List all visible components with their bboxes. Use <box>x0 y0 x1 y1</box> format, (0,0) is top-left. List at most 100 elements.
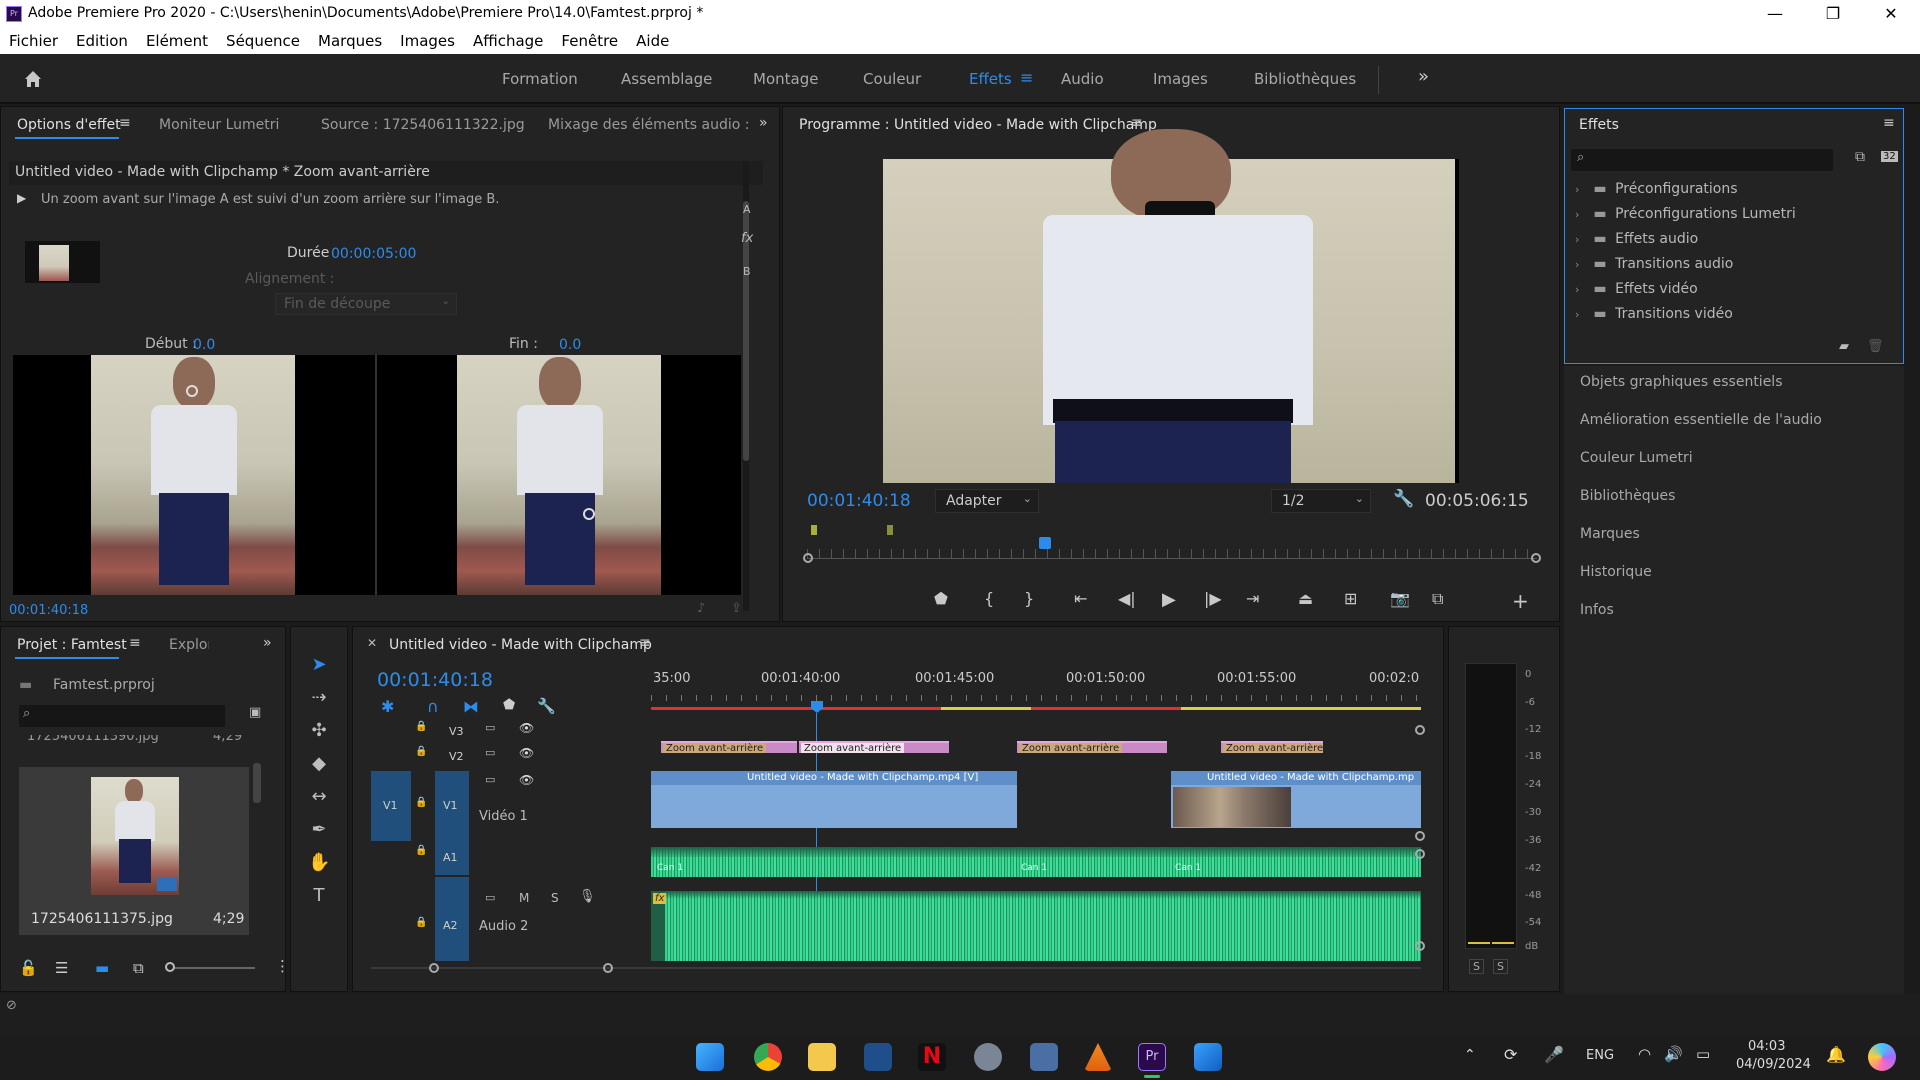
home-icon[interactable] <box>22 68 44 90</box>
delete-icon[interactable]: 🗑 <box>1867 339 1884 354</box>
linked-selection-icon[interactable]: ⧓ <box>463 697 479 716</box>
more-tabs-icon[interactable]: » <box>263 635 272 651</box>
audio-scroll-handle[interactable] <box>1415 941 1425 951</box>
sync-lock-icon[interactable]: ▭ <box>485 721 495 734</box>
close-icon[interactable]: ✕ <box>1862 0 1920 28</box>
settings-gear-icon[interactable] <box>974 1043 1002 1071</box>
microphone-icon[interactable]: 🎤 <box>1544 1045 1564 1064</box>
selection-tool-icon[interactable]: ➤ <box>308 654 330 676</box>
tab-lumetri-monitor[interactable]: Moniteur Lumetri <box>159 117 279 133</box>
battery-icon[interactable]: ▭ <box>1696 1045 1710 1063</box>
solo-right-button[interactable]: S <box>1493 959 1508 974</box>
v2-transition-clip[interactable]: Zoom avant-arrière <box>799 741 949 753</box>
resolution-dropdown[interactable]: 1/2 ⌄ <box>1271 489 1371 513</box>
accelerated-effects-icon[interactable]: ⧉ <box>1855 149 1865 165</box>
fit-dropdown[interactable]: Adapter ⌄ <box>935 489 1039 513</box>
workspace-assemblage[interactable]: Assemblage <box>621 70 712 88</box>
effects-menu-icon[interactable]: ≡ <box>1883 115 1895 131</box>
lock-icon[interactable]: 🔒 <box>415 746 427 757</box>
razor-tool-icon[interactable]: ◆ <box>308 753 330 775</box>
sync-lock-icon[interactable]: ▭ <box>485 891 495 904</box>
find-icon[interactable]: ▣ <box>249 705 261 720</box>
workspace-couleur[interactable]: Couleur <box>863 70 921 88</box>
eye-icon[interactable]: 👁 <box>519 773 534 787</box>
32bit-effects-icon[interactable]: 32 <box>1881 151 1898 162</box>
photos-icon[interactable] <box>1030 1043 1058 1071</box>
restore-icon[interactable]: ❐ <box>1804 0 1862 28</box>
program-title[interactable]: Programme : Untitled video - Made with C… <box>799 117 1157 133</box>
effects-search-input[interactable]: ⌕ <box>1571 149 1833 171</box>
mute-button[interactable]: M <box>519 891 529 905</box>
go-to-out-icon[interactable]: ⇥ <box>1246 589 1259 608</box>
netflix-icon[interactable]: N <box>918 1043 946 1071</box>
sequence-tab[interactable]: Untitled video - Made with Clipchamp <box>389 637 652 653</box>
end-center-handle[interactable] <box>583 508 595 520</box>
zoom-handle-right[interactable] <box>603 963 613 973</box>
track-select-tool-icon[interactable]: ⇢ <box>308 687 330 709</box>
project-item[interactable]: 1725406111390.jpg 4;29 <box>19 735 249 747</box>
timeline-menu-icon[interactable]: ≡ <box>639 635 651 651</box>
zoom-slider-handle[interactable] <box>165 962 175 972</box>
effects-folder-item[interactable]: › ▬ Effets audio <box>1575 231 1698 247</box>
panel-essential-audio[interactable]: Amélioration essentielle de l'audio <box>1580 412 1822 428</box>
snap-icon[interactable]: ∩ <box>427 697 439 716</box>
alignment-dropdown[interactable]: Fin de découpe ⌄ <box>275 293 457 315</box>
more-options-icon[interactable]: ⋮ <box>275 957 290 975</box>
v1-video-clip[interactable]: Untitled video - Made with Clipchamp.mp <box>1171 771 1421 828</box>
project-search-input[interactable]: ⌕ <box>19 705 225 727</box>
v2-transition-clip[interactable]: Zoom avant-arrière <box>1017 741 1167 753</box>
menu-fichier[interactable]: Fichier <box>9 32 58 50</box>
panel-history[interactable]: Historique <box>1580 564 1652 580</box>
slip-tool-icon[interactable]: ↔ <box>308 786 330 808</box>
tab-source[interactable]: Source : 1725406111322.jpg <box>321 117 525 133</box>
panel-markers[interactable]: Marques <box>1580 526 1640 542</box>
menu-sequence[interactable]: Séquence <box>226 32 300 50</box>
v2-transition-clip[interactable]: Zoom avant-arrière <box>1221 741 1323 753</box>
menu-edition[interactable]: Edition <box>76 32 128 50</box>
effect-options-timecode[interactable]: 00:01:40:18 <box>9 603 88 618</box>
effects-folder-item[interactable]: › ▬ Préconfigurations Lumetri <box>1575 206 1796 222</box>
play-icon[interactable]: ▶ <box>1162 589 1176 610</box>
type-tool-icon[interactable]: T <box>308 885 330 907</box>
panel-libraries[interactable]: Bibliothèques <box>1580 488 1675 504</box>
track-a2-target[interactable]: A2 <box>435 877 469 961</box>
play-preview-icon[interactable]: ▶ <box>17 191 26 205</box>
export-audio-icon[interactable]: ♪ <box>697 601 705 616</box>
lock-icon[interactable]: 🔒 <box>415 797 427 808</box>
eye-icon[interactable]: 👁 <box>519 746 534 760</box>
workspace-menu-icon[interactable]: ≡ <box>1020 68 1033 87</box>
video-scroll-handle[interactable] <box>1415 831 1425 841</box>
zoom-slider[interactable] <box>165 962 255 972</box>
menu-element[interactable]: Elément <box>146 32 208 50</box>
sync-lock-icon[interactable]: ▭ <box>485 773 495 786</box>
more-tabs-icon[interactable]: » <box>759 115 768 131</box>
workspace-bibliotheques[interactable]: Bibliothèques <box>1254 70 1356 88</box>
effects-panel-title[interactable]: Effets <box>1579 117 1619 133</box>
project-scrollbar[interactable] <box>253 763 261 803</box>
chrome-icon[interactable] <box>754 1043 782 1071</box>
new-bin-icon[interactable]: ▰ <box>1839 339 1849 354</box>
menu-aide[interactable]: Aide <box>636 32 669 50</box>
ripple-edit-tool-icon[interactable]: ✣ <box>308 720 330 742</box>
lock-icon[interactable]: 🔓 <box>19 959 38 977</box>
close-sequence-icon[interactable]: ✕ <box>367 636 377 650</box>
sync-icon[interactable]: ⟳ <box>1504 1045 1517 1064</box>
export-frame-icon[interactable]: ⇪ <box>731 601 742 616</box>
marker-icon[interactable] <box>811 525 817 535</box>
tab-effect-options[interactable]: Options d'effet <box>17 117 121 133</box>
export-frame-camera-icon[interactable]: 📷 <box>1390 589 1410 608</box>
more-workspaces-icon[interactable]: » <box>1418 66 1429 87</box>
step-back-icon[interactable]: ◀| <box>1118 589 1136 608</box>
store-icon[interactable] <box>864 1043 892 1071</box>
extract-icon[interactable]: ⊞ <box>1344 589 1357 608</box>
list-view-icon[interactable]: ☰ <box>55 959 68 977</box>
zoom-handle-left[interactable] <box>429 963 439 973</box>
volume-icon[interactable]: 🔊 <box>1664 1045 1683 1063</box>
vlc-icon[interactable] <box>1084 1043 1112 1071</box>
lock-icon[interactable]: 🔒 <box>415 917 427 928</box>
language-indicator[interactable]: ENG <box>1586 1048 1614 1063</box>
workspace-formation[interactable]: Formation <box>502 70 578 88</box>
program-video-frame[interactable] <box>883 129 1459 483</box>
step-forward-icon[interactable]: |▶ <box>1204 589 1222 608</box>
track-v2-label[interactable]: V2 <box>449 750 464 763</box>
